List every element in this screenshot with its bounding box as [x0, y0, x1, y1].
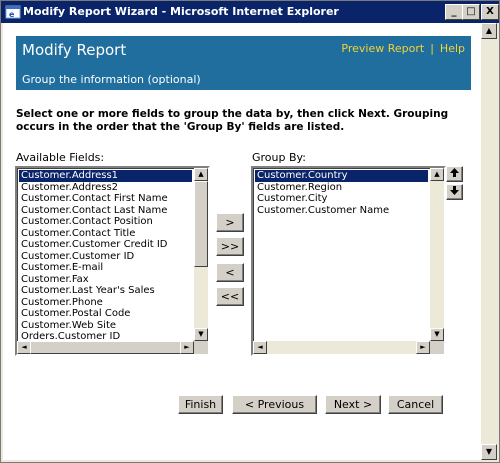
finish-button[interactable]: Finish	[178, 395, 223, 414]
scroll-down-icon[interactable]: ▼	[194, 328, 208, 341]
scroll-right-icon[interactable]: ►	[180, 341, 194, 354]
list-item[interactable]: Orders.Customer ID	[19, 331, 192, 340]
move-down-button[interactable]	[446, 184, 463, 200]
add-all-fields-button[interactable]: >>	[216, 237, 244, 256]
move-up-button[interactable]	[446, 166, 463, 182]
scroll-up-icon[interactable]: ▲	[430, 168, 444, 181]
add-field-button[interactable]: >	[216, 213, 244, 232]
scrollbar-corner	[430, 341, 444, 354]
scroll-thumb[interactable]	[30, 341, 187, 354]
list-item[interactable]: Customer.Web Site	[19, 320, 192, 332]
instructions-text: Select one or more fields to group the d…	[16, 108, 449, 133]
step-subtitle: Group the information (optional)	[22, 73, 201, 86]
preview-report-link[interactable]: Preview Report	[341, 42, 424, 55]
list-item[interactable]: Customer.Contact Last Name	[19, 205, 192, 217]
title-bar[interactable]: e Modify Report Wizard - Microsoft Inter…	[1, 1, 499, 23]
cancel-button[interactable]: Cancel	[388, 395, 443, 414]
scroll-left-icon[interactable]: ◄	[253, 341, 267, 354]
list-item[interactable]: Customer.Contact Title	[19, 228, 192, 240]
maximize-button[interactable]: □	[462, 4, 480, 20]
browser-window: e Modify Report Wizard - Microsoft Inter…	[0, 0, 500, 463]
previous-button[interactable]: < Previous	[232, 395, 317, 414]
list-item[interactable]: Customer.Address2	[19, 182, 192, 194]
scrollbar-corner	[194, 341, 208, 354]
list-item[interactable]: Customer.Phone	[19, 297, 192, 309]
header-links: Preview Report | Help	[341, 42, 465, 55]
group-by-label: Group By:	[252, 151, 306, 164]
close-button[interactable]: X	[481, 4, 499, 20]
window-vertical-scrollbar[interactable]: ▲ ▼	[481, 23, 497, 460]
help-link[interactable]: Help	[440, 42, 465, 55]
scroll-down-icon[interactable]: ▼	[430, 328, 444, 341]
list-item[interactable]: Customer.E-mail	[19, 262, 192, 274]
scroll-up-icon[interactable]: ▲	[194, 168, 208, 181]
group-by-listbox[interactable]: Customer.Country Customer.Region Customer.…	[251, 166, 446, 356]
group-by-horizontal-scrollbar[interactable]: ◄ ►	[253, 341, 430, 354]
svg-text:e: e	[9, 10, 15, 19]
list-item[interactable]: Customer.Fax	[19, 274, 192, 286]
remove-all-fields-button[interactable]: <<	[216, 287, 244, 306]
list-item[interactable]: Customer.Address1	[19, 170, 192, 182]
next-button[interactable]: Next >	[325, 395, 381, 414]
arrow-up-icon	[450, 168, 459, 177]
arrow-down-icon	[450, 186, 459, 195]
available-vertical-scrollbar[interactable]: ▲ ▼	[194, 168, 208, 341]
list-item[interactable]: Customer.Last Year's Sales	[19, 285, 192, 297]
window-title: Modify Report Wizard - Microsoft Interne…	[23, 5, 339, 18]
ie-icon: e	[5, 4, 21, 20]
remove-field-button[interactable]: <	[216, 263, 244, 282]
scroll-right-icon[interactable]: ►	[416, 341, 430, 354]
scroll-up-icon[interactable]: ▲	[481, 23, 497, 39]
list-item[interactable]: Customer.Country	[255, 170, 428, 182]
available-fields-listbox[interactable]: Customer.Address1 Customer.Address2 Custom…	[15, 166, 210, 356]
list-item[interactable]: Customer.Customer Name	[255, 205, 428, 217]
available-fields-label: Available Fields:	[16, 151, 105, 164]
minimize-button[interactable]: _	[445, 4, 463, 20]
header-banner: Modify Report Preview Report | Help Group …	[16, 36, 471, 90]
scroll-thumb[interactable]	[194, 181, 208, 267]
group-by-items: Customer.Country Customer.Region Customer.…	[255, 170, 428, 340]
list-item[interactable]: Customer.City	[255, 193, 428, 205]
list-item[interactable]: Customer.Region	[255, 182, 428, 194]
list-item[interactable]: Customer.Customer ID	[19, 251, 192, 263]
list-item[interactable]: Customer.Postal Code	[19, 308, 192, 320]
group-by-vertical-scrollbar[interactable]: ▲ ▼	[430, 168, 444, 341]
scroll-left-icon[interactable]: ◄	[17, 341, 31, 354]
page-title: Modify Report	[22, 41, 127, 59]
page-content: Modify Report Preview Report | Help Group …	[3, 23, 481, 460]
list-item[interactable]: Customer.Contact Position	[19, 216, 192, 228]
available-fields-items: Customer.Address1 Customer.Address2 Custom…	[19, 170, 192, 340]
available-horizontal-scrollbar[interactable]: ◄ ►	[17, 341, 194, 354]
scroll-down-icon[interactable]: ▼	[481, 444, 497, 460]
list-item[interactable]: Customer.Customer Credit ID	[19, 239, 192, 251]
link-separator: |	[430, 42, 434, 55]
list-item[interactable]: Customer.Contact First Name	[19, 193, 192, 205]
